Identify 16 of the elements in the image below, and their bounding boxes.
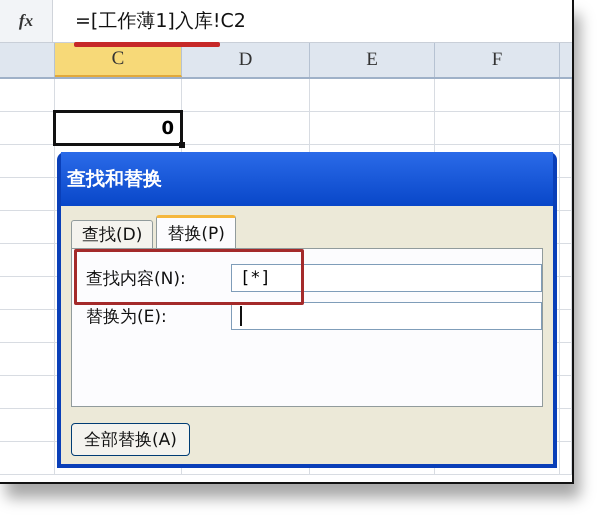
active-cell[interactable]: 0	[53, 110, 183, 146]
input-field[interactable]	[231, 302, 542, 330]
column-header[interactable]: E	[310, 43, 435, 77]
field-label: 替换为(E):	[86, 306, 168, 328]
column-header[interactable]: C	[55, 43, 182, 77]
replace-all-button[interactable]: 全部替换(A)	[71, 423, 190, 456]
input-field[interactable]: [*]	[231, 264, 542, 292]
formula-text: =[工作薄1]入库!C2	[75, 9, 246, 34]
field-label: 查找内容(N):	[86, 268, 187, 290]
fill-handle[interactable]	[179, 142, 185, 148]
tab[interactable]: 替换(P)	[156, 215, 236, 248]
tab[interactable]: 查找(D)	[71, 220, 154, 248]
column-header[interactable]: F	[435, 43, 560, 77]
column-header[interactable]: D	[182, 43, 310, 77]
formula-bar[interactable]: =[工作薄1]入库!C2	[53, 0, 572, 42]
dialog-title: 查找和替换	[61, 152, 553, 206]
